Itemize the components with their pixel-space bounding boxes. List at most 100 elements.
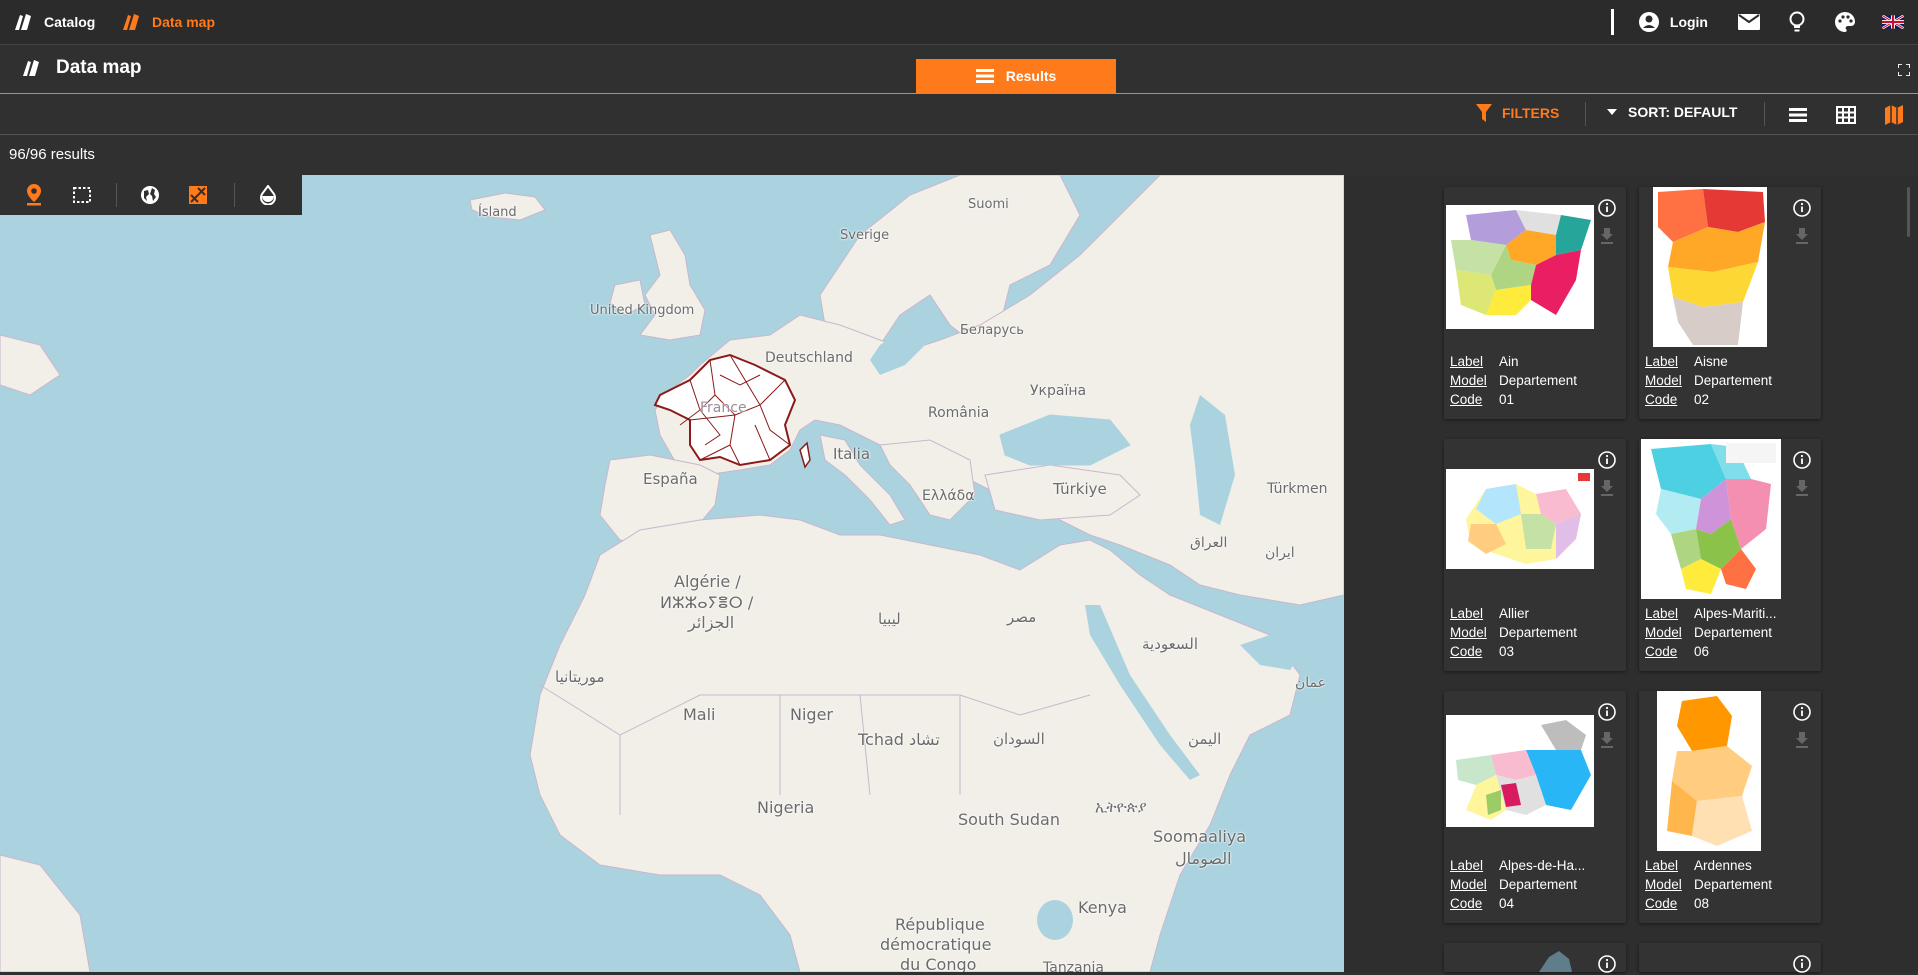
label-key: Label	[1450, 858, 1484, 873]
fullscreen-button[interactable]	[1897, 63, 1911, 79]
page-header: Data map Results	[0, 45, 1918, 94]
info-button[interactable]	[1596, 197, 1618, 219]
info-button[interactable]	[1791, 701, 1813, 723]
thumbnail[interactable]	[1641, 439, 1781, 599]
model-value: Departement	[1499, 625, 1578, 640]
result-card[interactable]: Label Ardennes Model Departement Code 08	[1639, 691, 1821, 923]
download-button[interactable]	[1793, 227, 1811, 245]
label-value: Alpes-de-Ha...	[1499, 858, 1586, 873]
map-label: موريتانيا	[555, 668, 605, 686]
map-label: Türkiye	[1053, 480, 1107, 498]
info-button[interactable]	[1791, 197, 1813, 219]
map-label: Tanzania	[1043, 960, 1104, 972]
download-icon	[1601, 732, 1613, 748]
scrollbar[interactable]	[1907, 187, 1910, 237]
code-value: 08	[1694, 896, 1710, 911]
selection-rectangle-icon	[73, 187, 91, 203]
result-card[interactable]	[1444, 943, 1626, 973]
info-button[interactable]	[1596, 701, 1618, 723]
caret-down-icon	[1607, 109, 1617, 115]
download-button[interactable]	[1598, 227, 1616, 245]
model-key: Model	[1645, 625, 1682, 640]
nav-datamap-link[interactable]: Data map	[120, 12, 215, 32]
info-icon	[1598, 955, 1616, 973]
info-button[interactable]	[1791, 449, 1813, 471]
thumbnail[interactable]	[1653, 187, 1767, 347]
box-select-tool-button[interactable]	[70, 183, 94, 207]
result-card[interactable]: Label Aisne Model Departement Code 02	[1639, 187, 1821, 419]
map-label: ليبيا	[878, 610, 901, 628]
map-canvas[interactable]: Ísland Suomi Sverige United Kingdom Бела…	[0, 175, 1344, 972]
map-label: العراق	[1190, 535, 1228, 551]
list-view-icon	[1789, 108, 1807, 122]
map-label: الجزائر	[688, 613, 735, 632]
thumbnail[interactable]	[1657, 691, 1761, 851]
map-view-button[interactable]	[1881, 102, 1907, 128]
map-label: Ísland	[478, 205, 517, 220]
map-label: الصومال	[1175, 849, 1232, 868]
opacity-tool-button[interactable]	[256, 183, 280, 207]
download-button[interactable]	[1598, 731, 1616, 749]
map-label: Deutschland	[765, 350, 853, 366]
basemap-tool-button[interactable]	[138, 183, 162, 207]
map-label: United Kingdom	[590, 303, 695, 318]
map-label: Algérie /	[674, 572, 741, 591]
model-key: Model	[1645, 877, 1682, 892]
label-value: Aisne	[1694, 354, 1728, 369]
label-key: Label	[1450, 354, 1484, 369]
tips-button[interactable]	[1784, 9, 1810, 35]
download-button[interactable]	[1793, 479, 1811, 497]
map-label: ⵍⵣⵣⴰⵢⴻⵔ /	[660, 593, 754, 612]
thumbnail[interactable]	[1446, 715, 1594, 827]
login-button[interactable]: Login	[1638, 11, 1708, 33]
model-value: Departement	[1499, 877, 1578, 892]
map-label: Беларусь	[960, 323, 1024, 338]
map-label: France	[700, 400, 747, 416]
results-panel: Label Ain Model Departement Code 01 Label Ai…	[1344, 175, 1918, 973]
grid-view-button[interactable]	[1833, 102, 1859, 128]
label-key: Label	[1645, 606, 1679, 621]
info-icon	[1793, 703, 1811, 721]
result-card[interactable]	[1639, 943, 1821, 973]
download-button[interactable]	[1598, 479, 1616, 497]
map-label: South Sudan	[958, 810, 1060, 829]
datamap-icon	[123, 14, 139, 30]
nav-catalog-link[interactable]: Catalog	[12, 12, 95, 32]
info-button[interactable]	[1596, 449, 1618, 471]
filters-button[interactable]: FILTERS	[1476, 104, 1559, 122]
sort-dropdown[interactable]: SORT: DEFAULT	[1606, 104, 1737, 120]
language-button[interactable]	[1880, 9, 1906, 35]
thumbnail[interactable]	[1446, 205, 1594, 329]
result-card[interactable]: Label Alpes-Mariti... Model Departement Co…	[1639, 439, 1821, 671]
theme-button[interactable]	[1832, 9, 1858, 35]
result-card[interactable]: Label Alpes-de-Ha... Model Departement Cod…	[1444, 691, 1626, 923]
page-title-text: Data map	[56, 57, 142, 78]
layers-tool-button[interactable]	[186, 183, 210, 207]
filters-label: FILTERS	[1502, 105, 1560, 121]
download-button[interactable]	[1793, 731, 1811, 749]
code-key: Code	[1450, 392, 1483, 407]
mail-button[interactable]	[1736, 9, 1762, 35]
model-value: Departement	[1694, 625, 1773, 640]
tab-results[interactable]: Results	[916, 59, 1116, 93]
thumbnail[interactable]	[1446, 469, 1594, 569]
model-key: Model	[1450, 877, 1487, 892]
download-icon	[1796, 732, 1808, 748]
map-view-icon	[1885, 105, 1903, 125]
map-label: du Congo	[900, 955, 977, 972]
list-view-button[interactable]	[1785, 102, 1811, 128]
login-label: Login	[1669, 14, 1708, 30]
result-card[interactable]: Label Ain Model Departement Code 01	[1444, 187, 1626, 419]
label-value: Allier	[1499, 606, 1530, 621]
tab-results-label: Results	[1005, 68, 1057, 84]
card-metadata: Label Aisne Model Departement Code 02	[1645, 352, 1814, 409]
label-key: Label	[1645, 858, 1679, 873]
card-metadata: Label Ain Model Departement Code 01	[1450, 352, 1619, 409]
info-icon	[1598, 451, 1616, 469]
location-pin-icon	[27, 184, 41, 206]
map-label: ایران	[1265, 545, 1295, 561]
info-icon	[1598, 199, 1616, 217]
nav-datamap-label: Data map	[152, 14, 216, 30]
locate-tool-button[interactable]	[22, 183, 46, 207]
result-card[interactable]: Label Allier Model Departement Code 03	[1444, 439, 1626, 671]
